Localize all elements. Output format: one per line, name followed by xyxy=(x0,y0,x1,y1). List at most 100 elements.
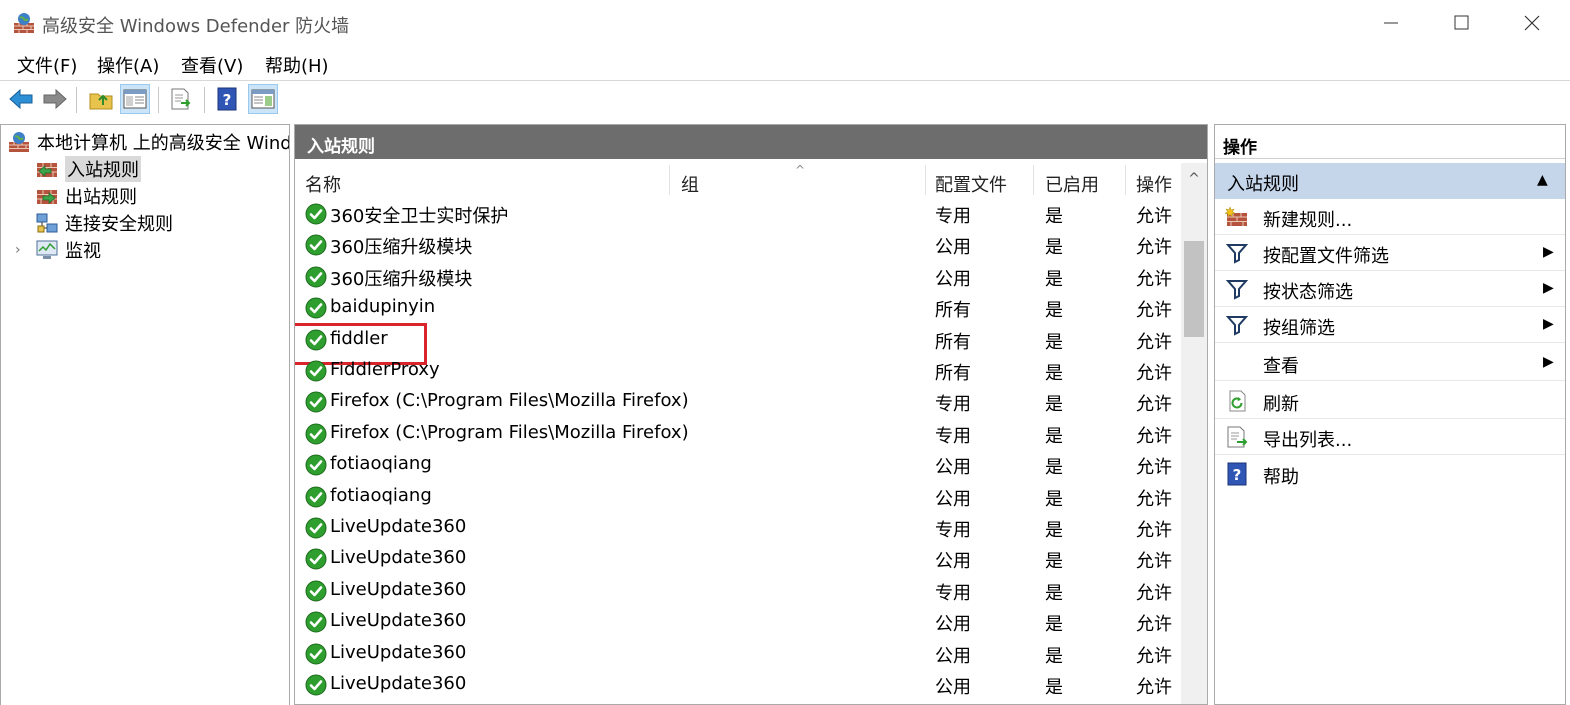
rule-profile: 公用 xyxy=(935,237,971,259)
up-one-level-button[interactable] xyxy=(86,84,116,114)
action-filter-by-state[interactable]: 按状态筛选 ▶ xyxy=(1215,271,1565,307)
collapse-triangle-icon[interactable]: ▲ xyxy=(1537,172,1548,188)
maximize-button[interactable] xyxy=(1426,0,1496,46)
table-row[interactable]: fiddler 所有是允许 xyxy=(295,322,1181,365)
action-label: 刷新 xyxy=(1263,394,1299,415)
table-row[interactable]: LiveUpdate360 公用 是 允许 xyxy=(295,544,1181,575)
table-row[interactable]: fotiaoqiang 公用 是 允许 xyxy=(295,482,1181,513)
table-row[interactable]: LiveUpdate360 专用 是 允许 xyxy=(295,513,1181,544)
rule-name: LiveUpdate360 xyxy=(330,610,467,632)
tree-item-monitoring[interactable]: 监视 xyxy=(35,237,101,263)
toolbar-separator xyxy=(204,87,205,113)
firewall-app-icon xyxy=(14,13,34,33)
action-filter-by-profile[interactable]: 按配置文件筛选 ▶ xyxy=(1215,235,1565,271)
enabled-check-icon xyxy=(305,548,327,570)
help-button[interactable]: ? xyxy=(212,84,242,114)
table-row[interactable]: LiveUpdate360 公用 是 允许 xyxy=(295,670,1181,701)
folder-up-icon xyxy=(89,93,113,110)
menu-action[interactable]: 操作(A) xyxy=(95,52,161,78)
action-new-rule[interactable]: 新建规则... xyxy=(1215,199,1565,235)
column-divider[interactable] xyxy=(669,165,670,195)
table-row[interactable]: LiveUpdate360 专用 是 允许 xyxy=(295,576,1181,607)
enabled-check-icon xyxy=(305,643,327,665)
action-filter-by-group[interactable]: 按组筛选 ▶ xyxy=(1215,307,1565,343)
action-refresh[interactable]: 刷新 xyxy=(1215,383,1565,419)
expand-chevron-icon[interactable]: › xyxy=(15,242,21,258)
menu-view[interactable]: 查看(V) xyxy=(179,52,245,78)
column-header-profile[interactable]: 配置文件 xyxy=(935,171,1007,197)
scrollbar-thumb[interactable] xyxy=(1184,241,1204,337)
help-icon: ? xyxy=(1227,462,1247,486)
rule-profile: 专用 xyxy=(935,394,971,416)
action-view[interactable]: 查看 ▶ xyxy=(1215,345,1565,381)
table-row[interactable]: 360安全卫士实时保护 专用 是 允许 xyxy=(295,199,1181,230)
column-header-enabled[interactable]: 已启用 xyxy=(1045,171,1099,197)
table-row[interactable]: Firefox (C:\Program Files\Mozilla Firefo… xyxy=(295,419,1181,450)
table-row[interactable]: LiveUpdate360 公用 是 允许 xyxy=(295,607,1181,638)
rule-profile: 公用 xyxy=(935,268,971,290)
tree-item-label: 出站规则 xyxy=(65,187,137,208)
tree-item-connection-security-rules[interactable]: 连接安全规则 xyxy=(35,210,173,236)
enabled-check-icon xyxy=(305,234,327,256)
column-divider[interactable] xyxy=(1125,165,1126,195)
table-row[interactable]: baidupinyin 所有 是 允许 xyxy=(295,293,1181,324)
show-hide-console-tree-button[interactable] xyxy=(120,84,150,114)
forward-arrow-icon xyxy=(43,88,67,110)
filter-icon xyxy=(1225,316,1249,336)
actions-pane-header: 操作 xyxy=(1215,125,1565,159)
forward-button[interactable] xyxy=(40,84,70,114)
action-help[interactable]: ? 帮助 xyxy=(1215,456,1565,492)
rule-name: Firefox (C:\Program Files\Mozilla Firefo… xyxy=(330,421,689,443)
rule-enabled: 是 xyxy=(1045,237,1063,259)
rule-enabled: 是 xyxy=(1045,551,1063,573)
close-button[interactable] xyxy=(1496,0,1566,46)
table-row[interactable]: fotiaoqiang 公用 是 允许 xyxy=(295,450,1181,481)
back-button[interactable] xyxy=(6,84,36,114)
tree-item-label: 连接安全规则 xyxy=(65,214,173,235)
menu-file[interactable]: 文件(F) xyxy=(15,52,79,78)
table-row[interactable]: 360压缩升级模块 公用 是 允许 xyxy=(295,262,1181,293)
rule-profile: 公用 xyxy=(935,677,971,698)
enabled-check-icon xyxy=(305,580,327,602)
submenu-arrow-icon: ▶ xyxy=(1543,244,1554,260)
table-row[interactable]: LiveUpdate360 公用 是 允许 xyxy=(295,639,1181,670)
filter-icon xyxy=(1225,244,1249,264)
show-hide-action-pane-button[interactable] xyxy=(248,84,278,114)
rule-action: 允许 xyxy=(1136,645,1172,667)
rule-profile: 所有 xyxy=(935,331,971,353)
vertical-scrollbar[interactable]: ^ xyxy=(1181,163,1207,704)
maximize-icon xyxy=(1454,15,1469,30)
enabled-check-icon xyxy=(305,297,327,319)
actions-section-inbound-rules[interactable]: 入站规则 ▲ xyxy=(1215,163,1565,199)
menu-help[interactable]: 帮助(H) xyxy=(263,52,331,78)
rule-name: fotiaoqiang xyxy=(330,453,432,475)
action-export-list[interactable]: 导出列表... xyxy=(1215,419,1565,455)
tree-root[interactable]: 本地计算机 上的高级安全 Windows Defender 防火墙 xyxy=(7,129,289,155)
action-label: 按配置文件筛选 xyxy=(1263,246,1389,267)
rule-action: 允许 xyxy=(1136,457,1172,479)
rule-action: 允许 xyxy=(1136,300,1172,322)
column-header-group[interactable]: 组 xyxy=(681,171,699,197)
column-header-action[interactable]: 操作 xyxy=(1136,171,1172,197)
rule-enabled: 是 xyxy=(1045,457,1063,479)
tree-item-outbound-rules[interactable]: 出站规则 xyxy=(35,183,137,209)
column-divider[interactable] xyxy=(925,165,926,195)
rule-name: baidupinyin xyxy=(330,296,436,318)
tree-root-label: 本地计算机 上的高级安全 Windows Defender 防火墙 xyxy=(37,133,289,154)
enabled-check-icon xyxy=(305,611,327,633)
toolbar-separator xyxy=(158,87,159,113)
tree-item-inbound-rules[interactable]: 入站规则 xyxy=(35,156,141,182)
export-list-button[interactable] xyxy=(166,84,196,114)
scroll-up-icon[interactable]: ^ xyxy=(1181,163,1207,197)
minimize-button[interactable] xyxy=(1356,0,1426,46)
rule-enabled: 是 xyxy=(1045,520,1063,541)
column-divider[interactable] xyxy=(1033,165,1034,195)
table-row[interactable]: 360压缩升级模块 公用 是 允许 xyxy=(295,230,1181,261)
table-row[interactable]: FiddlerProxy 所有 是 允许 xyxy=(295,356,1181,387)
column-header-name[interactable]: 名称 xyxy=(305,171,341,197)
firewall-app-icon xyxy=(9,132,29,152)
rule-action: 允许 xyxy=(1136,363,1172,384)
connection-security-icon xyxy=(36,213,58,233)
tree-item-label: 入站规则 xyxy=(65,156,141,182)
table-row[interactable]: Firefox (C:\Program Files\Mozilla Firefo… xyxy=(295,387,1181,418)
